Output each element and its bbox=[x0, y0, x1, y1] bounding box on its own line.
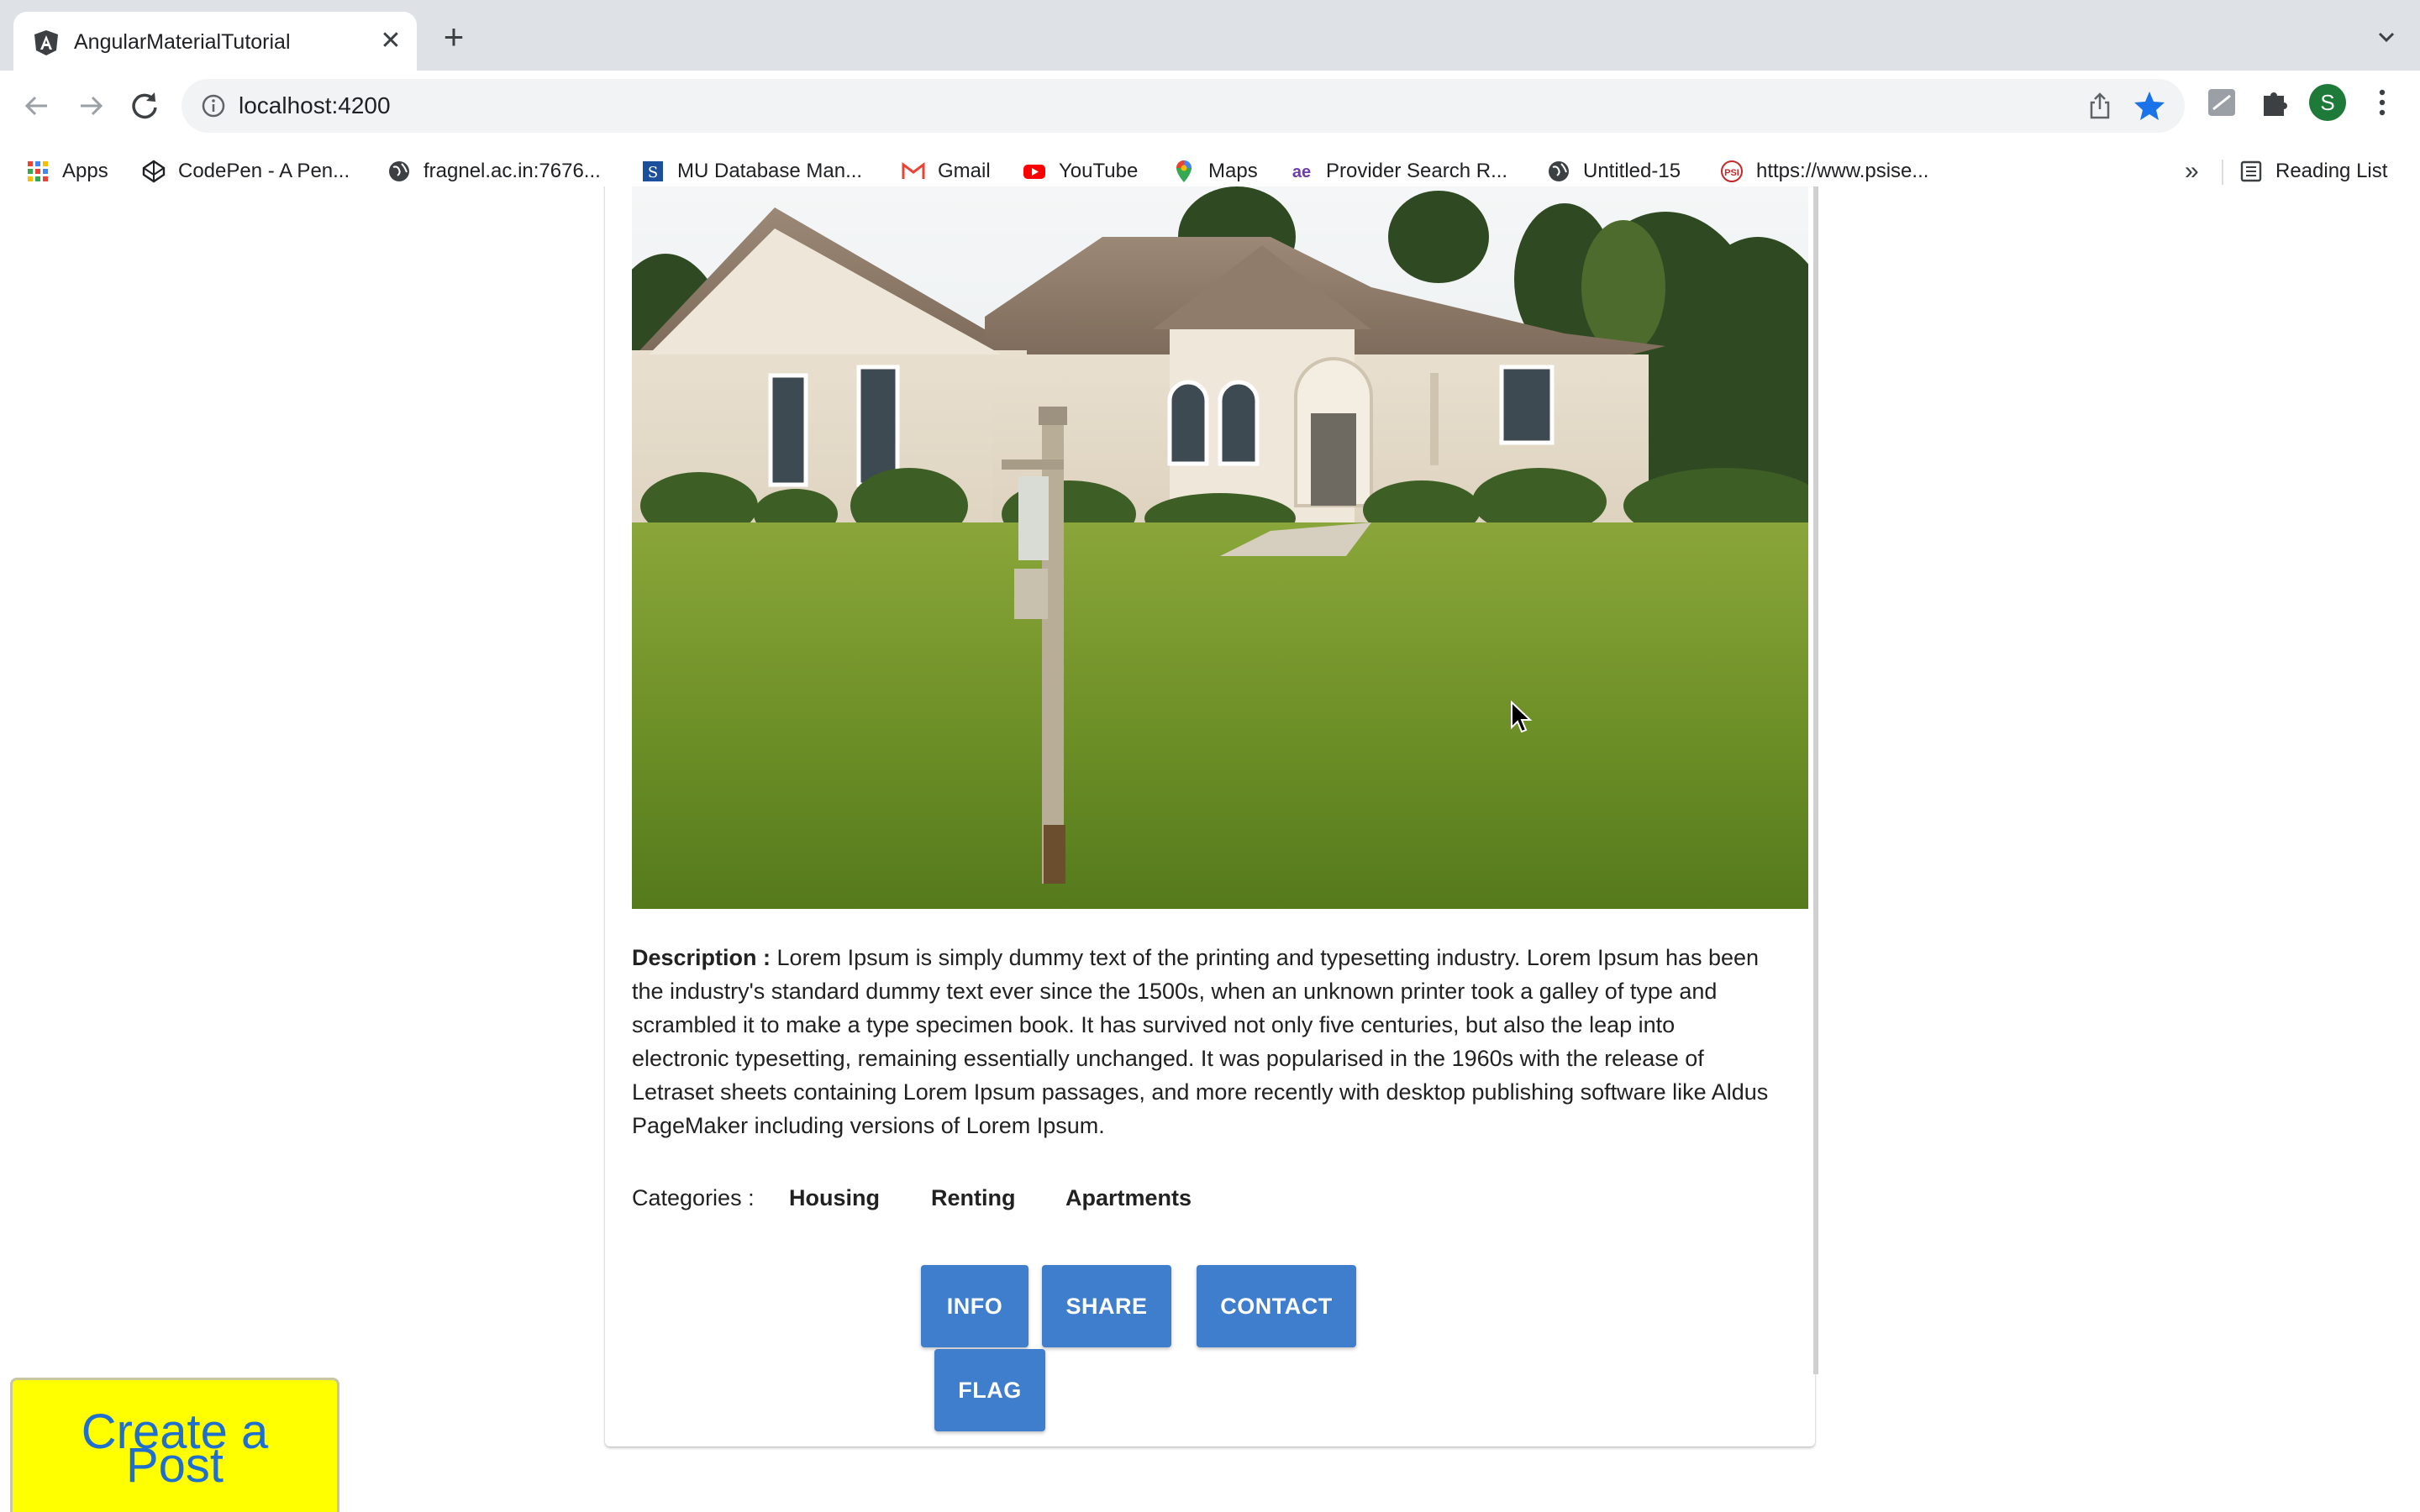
new-tab-button[interactable]: + bbox=[437, 19, 471, 55]
bookmark-codepen[interactable]: CodePen - A Pen... bbox=[141, 156, 350, 186]
extension-icon[interactable] bbox=[2203, 84, 2240, 121]
contact-button[interactable]: CONTACT bbox=[1197, 1265, 1356, 1347]
chevron-down-icon[interactable] bbox=[2373, 24, 2400, 50]
back-arrow-icon[interactable] bbox=[17, 86, 57, 126]
more-menu-icon[interactable] bbox=[2368, 84, 2396, 121]
tab-strip: AngularMaterialTutorial ✕ + bbox=[0, 0, 2420, 71]
bookmarks-separator bbox=[2222, 160, 2223, 185]
close-tab-icon[interactable]: ✕ bbox=[378, 29, 403, 54]
category-renting[interactable]: Renting bbox=[931, 1181, 1016, 1215]
gmail-icon bbox=[902, 162, 925, 179]
profile-avatar[interactable]: S bbox=[2309, 84, 2346, 121]
bookmark-apps[interactable]: Apps bbox=[25, 156, 108, 186]
description-text: Lorem Ipsum is simply dummy text of the … bbox=[632, 945, 1769, 1138]
maps-pin-icon bbox=[1176, 160, 1192, 182]
tab-title: AngularMaterialTutorial bbox=[74, 30, 291, 54]
bookmark-label: Provider Search R... bbox=[1326, 160, 1508, 182]
address-bar[interactable]: localhost:4200 bbox=[182, 79, 2185, 133]
bookmark-mu-database[interactable]: S MU Database Man... bbox=[640, 156, 862, 186]
codepen-icon bbox=[142, 160, 166, 183]
ae-icon: ae bbox=[1292, 163, 1311, 181]
bookmark-gmail[interactable]: Gmail bbox=[901, 156, 991, 186]
bookmark-label: MU Database Man... bbox=[677, 160, 863, 182]
info-button[interactable]: INFO bbox=[921, 1265, 1028, 1347]
category-housing[interactable]: Housing bbox=[789, 1181, 880, 1215]
bookmark-label: fragnel.ac.in:7676... bbox=[424, 160, 601, 182]
bookmark-star-icon[interactable] bbox=[2133, 89, 2166, 123]
bookmark-label: YouTube bbox=[1059, 160, 1139, 182]
bookmark-psise[interactable]: PSI https://www.psise... bbox=[1719, 156, 1928, 186]
create-post-label-line2: Post bbox=[125, 1438, 224, 1493]
bookmark-label: Untitled-15 bbox=[1583, 160, 1681, 182]
apps-grid-icon bbox=[28, 161, 48, 181]
bookmark-label: Maps bbox=[1208, 160, 1258, 182]
categories-row: Categories : Housing Renting Apartments bbox=[632, 1181, 1192, 1215]
forward-arrow-icon[interactable] bbox=[71, 86, 111, 126]
bookmarks-overflow-button[interactable]: » bbox=[2185, 156, 2199, 186]
reading-list-icon bbox=[2240, 160, 2262, 182]
post-image bbox=[632, 186, 1808, 909]
create-post-button[interactable]: Create a Post bbox=[10, 1378, 339, 1512]
bookmark-maps[interactable]: Maps bbox=[1171, 156, 1258, 186]
bookmark-label: CodePen - A Pen... bbox=[178, 160, 350, 182]
bookmark-label: Apps bbox=[62, 160, 108, 182]
svg-text:ae: ae bbox=[1292, 163, 1311, 181]
bookmark-untitled[interactable]: Untitled-15 bbox=[1546, 156, 1681, 186]
reading-list-label: Reading List bbox=[2275, 160, 2388, 182]
bookmark-fragnel[interactable]: fragnel.ac.in:7676... bbox=[387, 156, 601, 186]
globe-icon bbox=[389, 161, 409, 181]
browser-toolbar: localhost:4200 S Apps CodePen - A Pen...… bbox=[0, 71, 2420, 257]
address-url: localhost:4200 bbox=[239, 92, 391, 118]
bookmark-label: Gmail bbox=[938, 160, 991, 182]
angular-icon bbox=[34, 30, 58, 55]
bookmark-label: https://www.psise... bbox=[1756, 160, 1929, 182]
mouse-cursor-icon bbox=[1511, 701, 1533, 733]
categories-label: Categories : bbox=[632, 1185, 755, 1210]
bookmark-provider-search[interactable]: ae Provider Search R... bbox=[1289, 156, 1507, 186]
flag-button[interactable]: FLAG bbox=[934, 1349, 1045, 1431]
bookmark-youtube[interactable]: YouTube bbox=[1022, 156, 1138, 186]
post-description: Description : Lorem Ipsum is simply dumm… bbox=[632, 941, 1775, 1142]
share-button[interactable]: SHARE bbox=[1042, 1265, 1171, 1347]
reload-icon[interactable] bbox=[124, 86, 165, 126]
reading-list-button[interactable]: Reading List bbox=[2238, 156, 2387, 186]
youtube-icon bbox=[1023, 165, 1045, 179]
description-label: Description : bbox=[632, 945, 771, 970]
svg-text:PSI: PSI bbox=[1724, 168, 1739, 178]
browser-tab[interactable]: AngularMaterialTutorial ✕ bbox=[13, 12, 417, 71]
page-viewport: Description : Lorem Ipsum is simply dumm… bbox=[0, 186, 2420, 1512]
card-scroll-edge bbox=[1813, 186, 1818, 1374]
psi-icon: PSI bbox=[1721, 160, 1743, 182]
svg-text:S: S bbox=[648, 164, 658, 181]
site-info-icon[interactable] bbox=[200, 92, 227, 119]
mu-database-icon: S bbox=[643, 161, 663, 181]
category-apartments[interactable]: Apartments bbox=[1065, 1181, 1192, 1215]
puzzle-piece-icon[interactable] bbox=[2255, 84, 2292, 121]
share-icon[interactable] bbox=[2086, 91, 2114, 121]
globe-icon bbox=[1549, 161, 1569, 181]
